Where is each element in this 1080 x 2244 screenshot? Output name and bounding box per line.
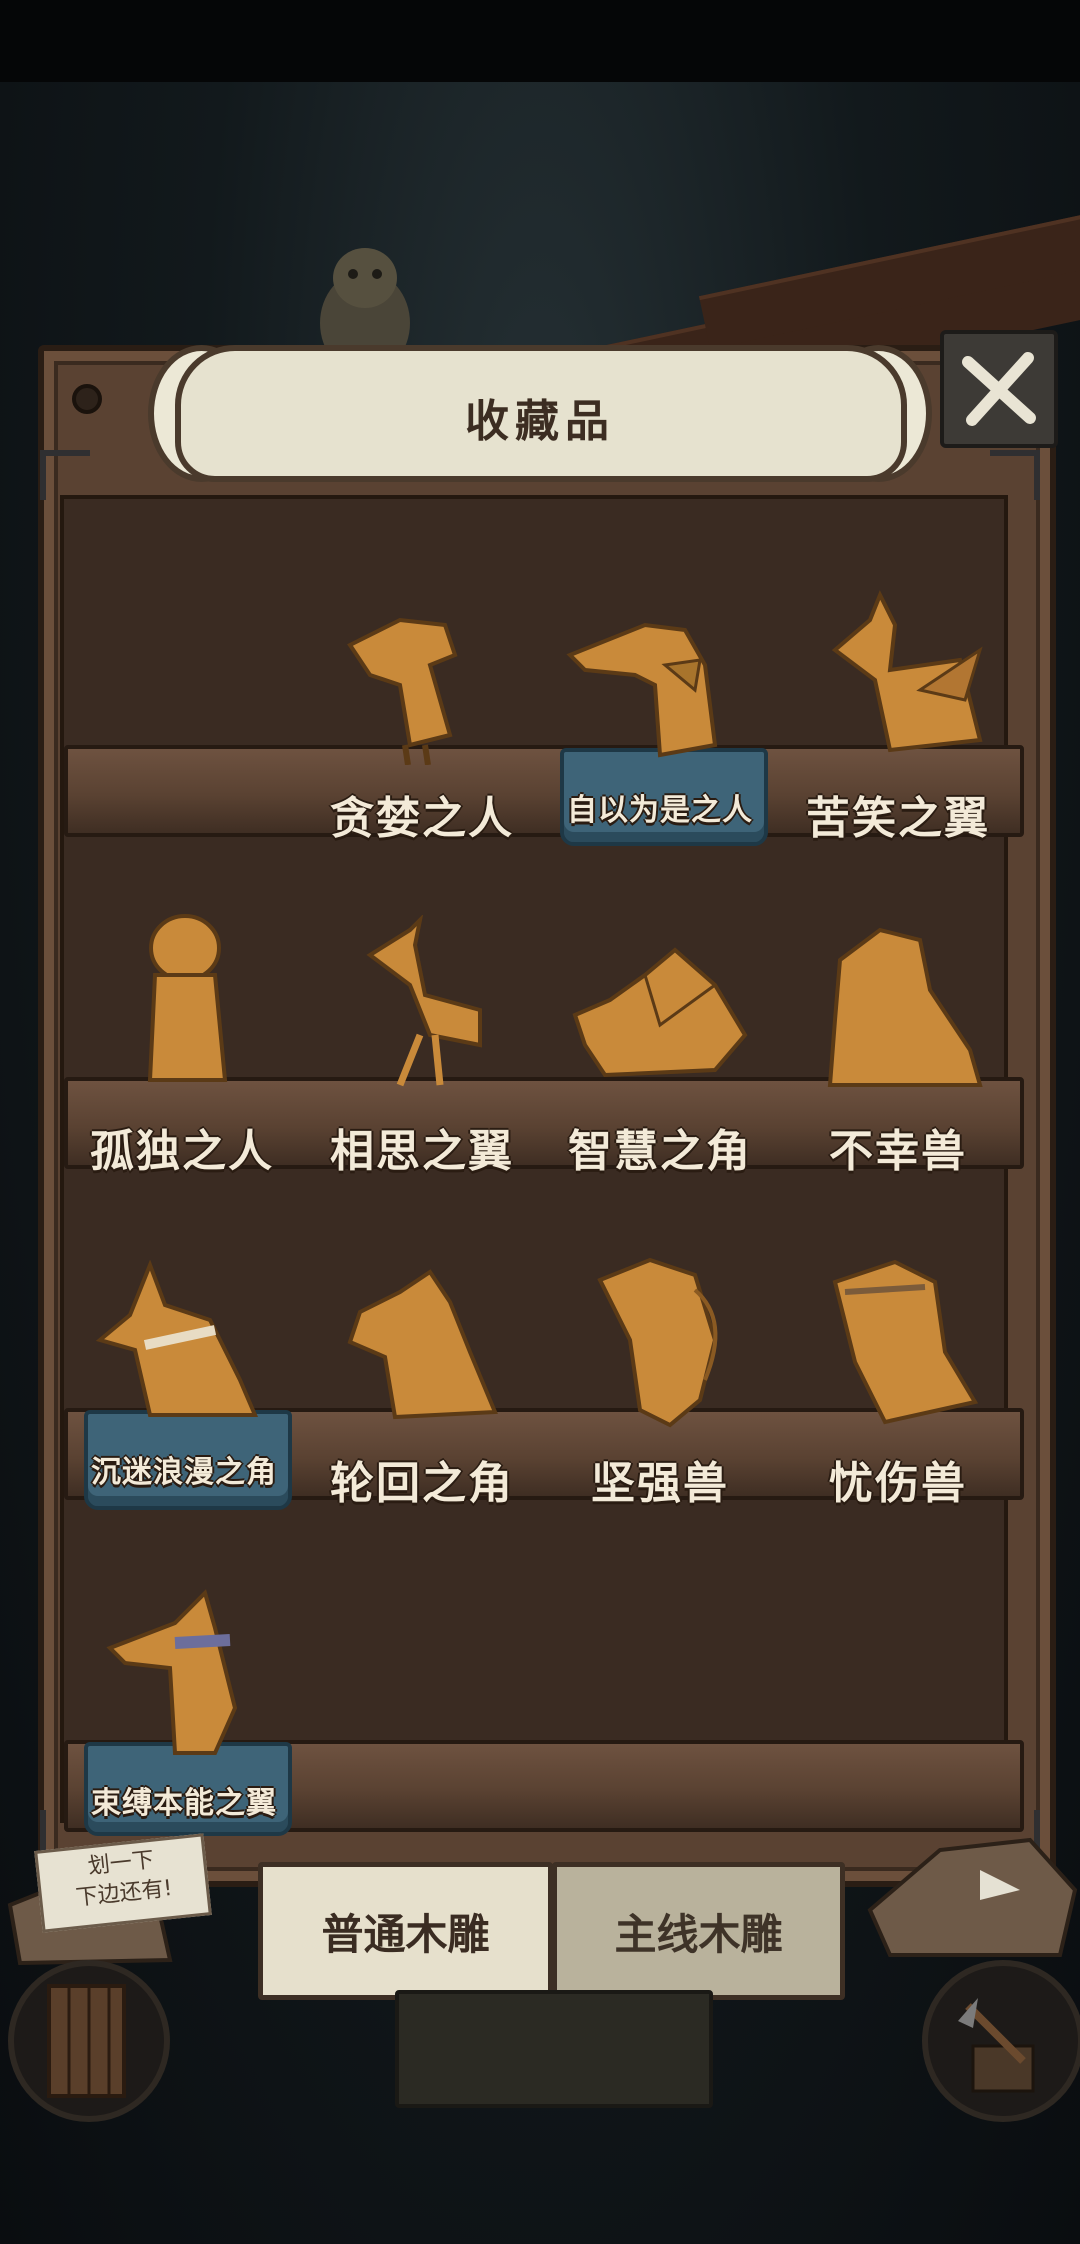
carving-strong-beast[interactable] (590, 1250, 735, 1430)
cabinet-bolt (72, 384, 102, 414)
page-title: 收藏品 (465, 396, 615, 447)
item-label: 轮回之角 (330, 1458, 514, 1509)
carving-unlucky-beast[interactable] (820, 920, 985, 1095)
cabinet-corner (990, 450, 1040, 500)
item-label: 孤独之人 (90, 1126, 274, 1177)
item-label: 贪婪之人 (330, 793, 514, 844)
carving-bound-instinct-wing[interactable] (105, 1588, 265, 1758)
item-label: 束缚本能之翼 (91, 1786, 277, 1821)
door-button[interactable] (8, 1960, 170, 2122)
item-label: 忧伤兽 (829, 1458, 967, 1509)
item-label: 不幸兽 (829, 1126, 967, 1177)
carving-romance-horn[interactable] (90, 1260, 270, 1425)
carving-longing-wing[interactable] (360, 915, 500, 1095)
item-label: 沉迷浪漫之角 (91, 1455, 277, 1490)
tab-main-carvings[interactable]: 主线木雕 (552, 1862, 845, 2000)
close-icon (962, 352, 1036, 426)
status-bar (0, 0, 1080, 82)
carving-self-righteous-person[interactable] (565, 595, 755, 765)
item-label: 相思之翼 (330, 1126, 514, 1177)
carving-greedy-person[interactable] (330, 595, 500, 765)
carving-bitter-smile-wing[interactable] (830, 590, 990, 765)
item-label: 苦笑之翼 (806, 793, 990, 844)
cabinet-corner (40, 450, 90, 500)
item-label: 智慧之角 (568, 1126, 752, 1177)
item-label: 坚强兽 (591, 1458, 729, 1509)
bottom-sign (395, 1990, 713, 2108)
carving-reincarnation-horn[interactable] (340, 1262, 505, 1427)
carving-lonely-person[interactable] (130, 910, 240, 1095)
close-button[interactable] (940, 330, 1058, 448)
rocks-right (867, 1837, 1078, 1957)
carving-sorrow-beast[interactable] (825, 1252, 985, 1430)
tab-normal-carvings[interactable]: 普通木雕 (258, 1862, 553, 2000)
axe-stump-icon (958, 1998, 1035, 2093)
item-label: 自以为是之人 (567, 793, 753, 828)
door-icon (47, 1984, 126, 2098)
carving-wisdom-horn[interactable] (565, 945, 755, 1095)
carving-workshop-button[interactable] (922, 1960, 1080, 2122)
